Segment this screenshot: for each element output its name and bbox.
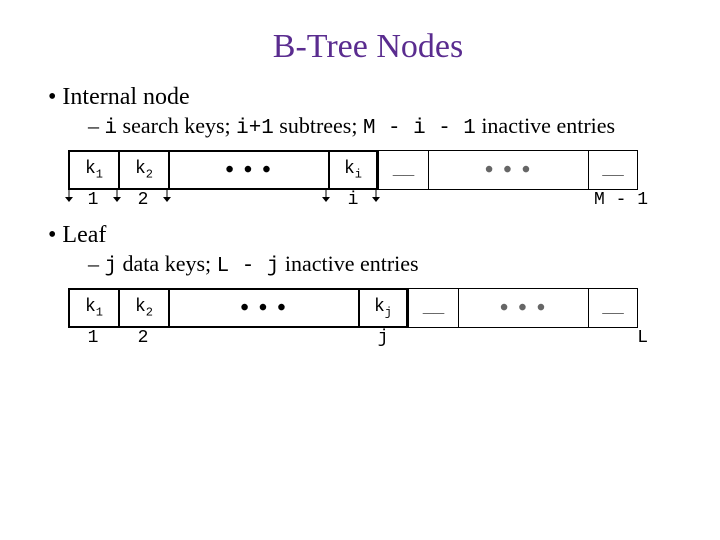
key-cell: k1 — [68, 150, 118, 190]
inactive-cell: __ — [378, 150, 428, 190]
bullet-internal: Internal node — [48, 84, 688, 111]
leaf-index-labels: 1 2 j L — [68, 328, 688, 354]
key-cell: k2 — [118, 150, 168, 190]
ellipsis-cell: • • • — [428, 150, 588, 190]
code-Lj: L - j — [217, 255, 280, 278]
code-i1: i+1 — [236, 117, 274, 140]
index-label: 2 — [118, 190, 168, 210]
index-label: M - 1 — [568, 190, 648, 210]
index-label: L — [608, 328, 648, 348]
code-i: i — [105, 117, 118, 140]
key-cell: ki — [328, 150, 378, 190]
leaf-row: k1 k2 • • • kj __ • • • __ 1 2 j — [68, 288, 688, 354]
key-cell: k2 — [118, 288, 168, 328]
index-label: 1 — [68, 190, 118, 210]
bullet-leaf-text: Leaf — [62, 222, 106, 248]
inactive-cell: __ — [588, 150, 638, 190]
index-label: i — [328, 190, 378, 210]
ellipsis-cell: • • • — [168, 150, 328, 190]
inactive-cell: __ — [408, 288, 458, 328]
page-title: B-Tree Nodes — [48, 28, 688, 66]
ellipsis-cell: • • • — [458, 288, 588, 328]
internal-subtext: i search keys; i+1 subtrees; M - i - 1 i… — [88, 113, 688, 140]
code-Mi1: M - i - 1 — [363, 117, 476, 140]
ellipsis-cell: • • • — [168, 288, 358, 328]
code-j: j — [105, 255, 118, 278]
key-cell: k1 — [68, 288, 118, 328]
index-label: 1 — [68, 328, 118, 348]
bullet-leaf: Leaf — [48, 222, 688, 249]
key-cell: kj — [358, 288, 408, 328]
leaf-subtext: j data keys; L - j inactive entries — [88, 251, 688, 278]
index-label: 2 — [118, 328, 168, 348]
inactive-cell: __ — [588, 288, 638, 328]
internal-index-labels: 1 2 i M - 1 — [68, 190, 688, 216]
bullet-internal-text: Internal node — [62, 84, 189, 110]
index-label: j — [358, 328, 408, 348]
internal-node-row: k1 k2 • • • ki __ • • • __ 1 2 i — [68, 150, 688, 216]
